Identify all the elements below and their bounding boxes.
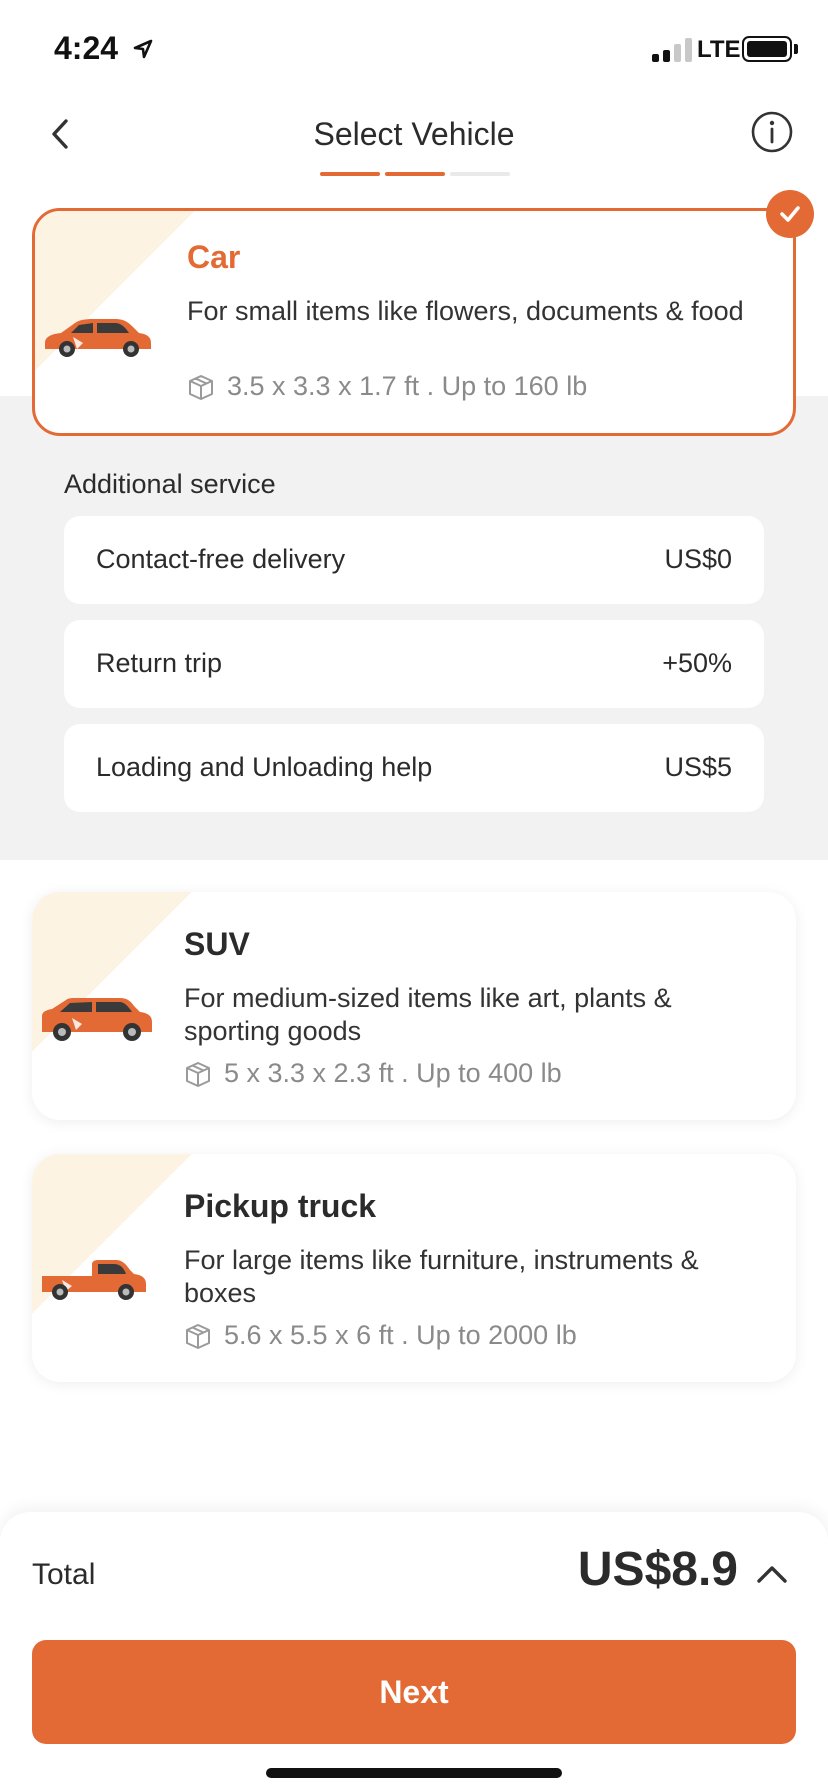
vehicle-spec: 3.5 x 3.3 x 1.7 ft . Up to 160 lb — [187, 371, 587, 402]
box-icon — [189, 374, 213, 400]
vehicle-card-pickup-truck[interactable]: Pickup truck For large items like furnit… — [32, 1154, 796, 1382]
vehicle-spec: 5 x 3.3 x 2.3 ft . Up to 400 lb — [184, 1058, 562, 1089]
battery-icon — [742, 36, 792, 62]
info-button[interactable] — [748, 108, 796, 156]
service-label: Loading and Unloading help — [96, 752, 433, 782]
progress-step-3 — [450, 172, 510, 176]
service-loading-help[interactable]: Loading and Unloading help US$5 — [64, 724, 764, 812]
vehicle-description: For medium-sized items like art, plants … — [184, 983, 672, 1046]
vehicle-description: For large items like furniture, instrume… — [184, 1245, 699, 1308]
service-price: +50% — [662, 648, 732, 678]
vehicle-name: Car — [187, 239, 241, 275]
total-label: Total — [32, 1558, 96, 1591]
pickup-truck-icon — [42, 1260, 146, 1300]
vehicle-card-suv[interactable]: SUV For medium-sized items like art, pla… — [32, 892, 796, 1120]
location-arrow-icon — [133, 39, 153, 59]
service-contact-free-delivery[interactable]: Contact-free delivery US$0 — [64, 516, 764, 604]
suv-icon — [42, 998, 152, 1041]
network-label: LTE — [697, 36, 741, 63]
service-label: Contact-free delivery — [96, 544, 346, 574]
additional-service-heading: Additional service — [64, 469, 276, 499]
total-panel: Total US$8.9 Next — [0, 1512, 828, 1792]
vehicle-name: SUV — [184, 926, 250, 962]
header: Select Vehicle — [0, 100, 828, 200]
progress-step-1 — [320, 172, 380, 176]
home-indicator — [266, 1768, 562, 1778]
vehicle-card-car[interactable]: Car For small items like flowers, docume… — [32, 208, 796, 436]
status-time: 4:24 — [54, 30, 119, 66]
progress-step-2 — [385, 172, 445, 176]
total-value: US$8.9 — [577, 1543, 738, 1596]
box-icon — [186, 1323, 210, 1349]
chevron-up-icon — [757, 1566, 787, 1583]
service-label: Return trip — [96, 648, 223, 678]
car-icon — [45, 319, 151, 357]
vehicle-name: Pickup truck — [184, 1188, 377, 1224]
service-return-trip[interactable]: Return trip +50% — [64, 620, 764, 708]
next-button[interactable]: Next — [32, 1640, 796, 1744]
box-icon — [186, 1061, 210, 1087]
step-progress — [320, 172, 510, 176]
status-bar: 4:24 LTE — [0, 0, 828, 100]
service-price: US$5 — [664, 752, 732, 782]
signal-icon — [652, 36, 692, 62]
service-price: US$0 — [664, 544, 732, 574]
vehicle-spec-text: 5.6 x 5.5 x 6 ft . Up to 2000 lb — [224, 1320, 577, 1350]
vehicle-description: For small items like flowers, documents … — [187, 296, 744, 326]
info-icon — [751, 111, 793, 153]
vehicle-spec-text: 5 x 3.3 x 2.3 ft . Up to 400 lb — [224, 1058, 562, 1088]
vehicle-spec: 5.6 x 5.5 x 6 ft . Up to 2000 lb — [184, 1320, 577, 1351]
selected-check-icon — [766, 190, 814, 238]
vehicle-spec-text: 3.5 x 3.3 x 1.7 ft . Up to 160 lb — [227, 371, 588, 401]
expand-total-button[interactable] — [752, 1554, 792, 1594]
battery-cap — [794, 44, 798, 54]
page-title: Select Vehicle — [313, 116, 515, 152]
